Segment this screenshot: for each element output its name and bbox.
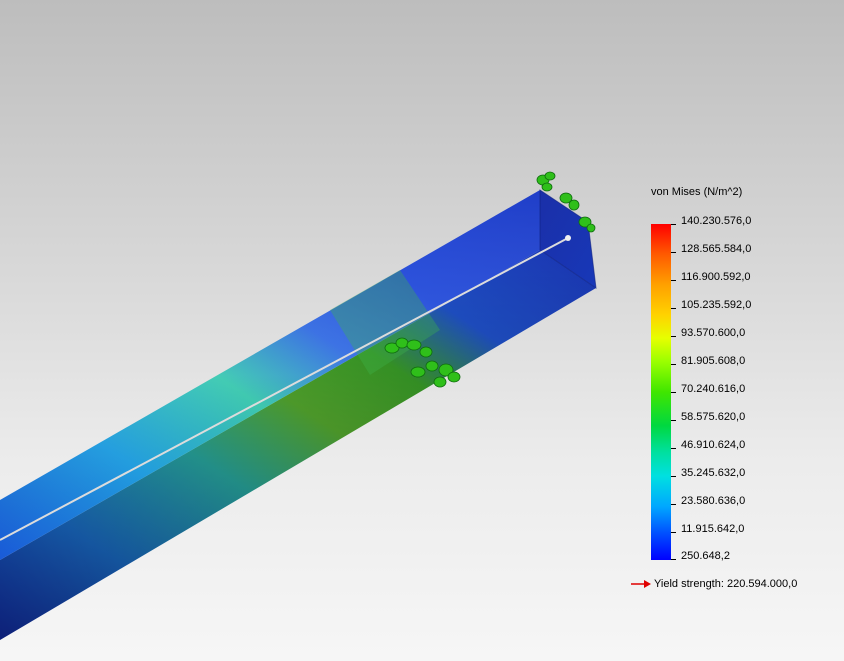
beam-side-shade bbox=[0, 250, 596, 640]
legend-title: von Mises (N/m^2) bbox=[651, 186, 743, 198]
legend-label: 128.565.584,0 bbox=[681, 243, 752, 255]
legend-label: 35.245.632,0 bbox=[681, 467, 746, 479]
legend-tick bbox=[671, 532, 676, 533]
legend-label: 11.915.642,0 bbox=[681, 523, 745, 535]
color-scale-bar bbox=[651, 224, 671, 560]
legend-tick bbox=[671, 336, 676, 337]
yield-strength-label: Yield strength: 220.594.000,0 bbox=[654, 578, 798, 590]
legend-tick bbox=[671, 448, 676, 449]
legend-tick bbox=[671, 364, 676, 365]
legend-label: 23.580.636,0 bbox=[681, 495, 746, 507]
red-arrow-icon bbox=[631, 580, 651, 588]
legend-label: 46.910.624,0 bbox=[681, 439, 746, 451]
legend-tick bbox=[671, 476, 676, 477]
legend-tick bbox=[671, 280, 676, 281]
legend-label: 105.235.592,0 bbox=[681, 299, 752, 311]
legend-label: 250.648,2 bbox=[681, 550, 730, 562]
legend-tick bbox=[671, 420, 676, 421]
legend-label: 81.905.608,0 bbox=[681, 355, 746, 367]
legend-label: 70.240.616,0 bbox=[681, 383, 746, 395]
legend-label: 93.570.600,0 bbox=[681, 327, 746, 339]
beam-center-line bbox=[0, 237, 569, 541]
stress-legend: von Mises (N/m^2) 140.230.576,0 128.565.… bbox=[631, 180, 840, 600]
legend-tick bbox=[671, 308, 676, 309]
center-line-endpoint bbox=[565, 235, 571, 241]
legend-tick bbox=[671, 224, 676, 225]
legend-label: 140.230.576,0 bbox=[681, 215, 752, 227]
legend-tick bbox=[671, 504, 676, 505]
legend-tick bbox=[671, 392, 676, 393]
legend-tick bbox=[671, 559, 676, 560]
legend-label: 58.575.620,0 bbox=[681, 411, 746, 423]
legend-label: 116.900.592,0 bbox=[681, 271, 751, 283]
legend-tick bbox=[671, 252, 676, 253]
